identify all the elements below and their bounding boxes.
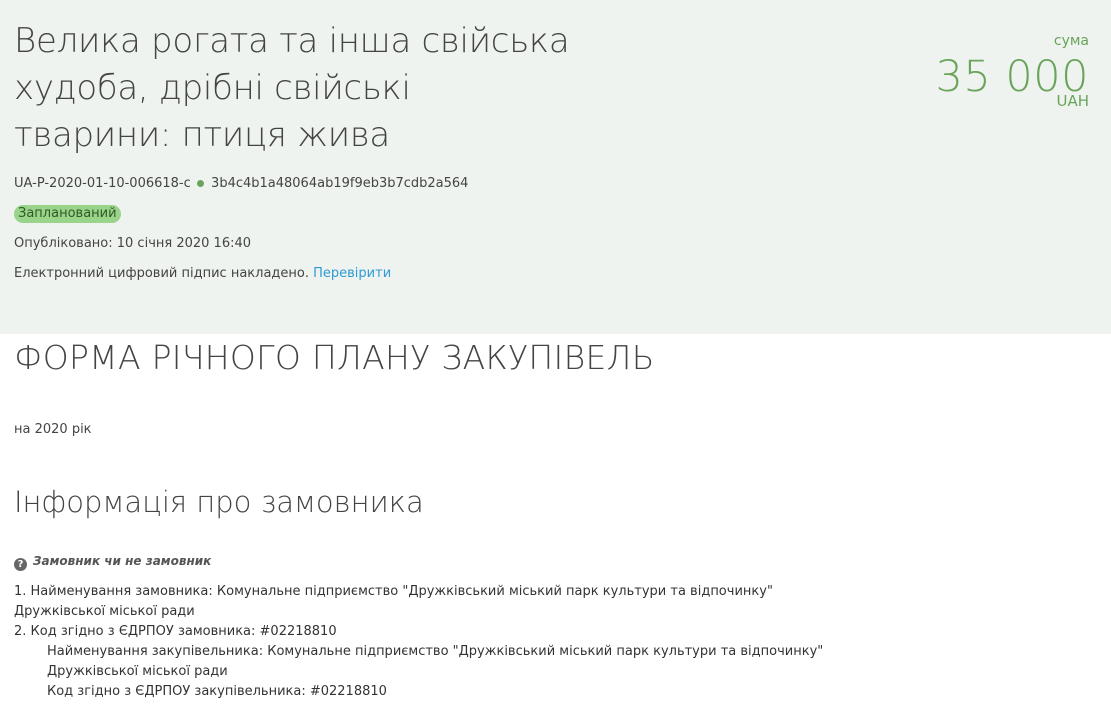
- question-circle-icon[interactable]: ?: [14, 558, 27, 571]
- sum-block: сума 35 000 UAH: [936, 32, 1089, 109]
- signature-info: Електронний цифровий підпис накладено. П…: [14, 265, 391, 283]
- published-date: Опубліковано: 10 січня 2020 16:40: [14, 236, 252, 251]
- form-title: ФОРМА РІЧНОГО ПЛАНУ ЗАКУПІВЕЛЬ: [14, 338, 655, 377]
- buyer-name-continued: Дружківської міської ради: [47, 664, 228, 679]
- customer-info: 1. Найменування замовника: Комунальне пі…: [14, 582, 1094, 702]
- buyer-code: Код згідно з ЄДРПОУ закупівельника: #022…: [47, 684, 387, 699]
- plan-title: Велика рогата та інша свійська худоба, д…: [14, 21, 570, 155]
- plan-header: Велика рогата та інша свійська худоба, д…: [0, 0, 1111, 334]
- signature-text: Електронний цифровий підпис накладено.: [14, 266, 309, 281]
- verify-signature-link[interactable]: Перевірити: [313, 266, 391, 281]
- sum-label: сума: [1053, 33, 1089, 49]
- customer-code: 2. Код згідно з ЄДРПОУ замовника: #02218…: [14, 624, 337, 639]
- plan-hash: 3b4c4b1a48064ab19f9eb3b7cdb2a564: [211, 176, 469, 191]
- plan-year: на 2020 рік: [14, 422, 92, 437]
- plan-id: UA-P-2020-01-10-006618-c: [14, 176, 191, 191]
- customer-hint[interactable]: ? Замовник чи не замовник: [14, 552, 211, 571]
- status-badge: Запланований: [14, 205, 121, 223]
- customer-name-continued: Дружківської міської ради: [14, 604, 195, 619]
- plan-identifiers: UA-P-2020-01-10-006618-c 3b4c4b1a48064ab…: [14, 175, 468, 193]
- buyer-name: Найменування закупівельника: Комунальне …: [47, 644, 824, 659]
- customer-name: 1. Найменування замовника: Комунальне пі…: [14, 584, 773, 599]
- customer-section-title: Інформація про замовника: [14, 485, 424, 519]
- green-dot-icon: [196, 179, 204, 187]
- customer-hint-text: Замовник чи не замовник: [33, 554, 212, 568]
